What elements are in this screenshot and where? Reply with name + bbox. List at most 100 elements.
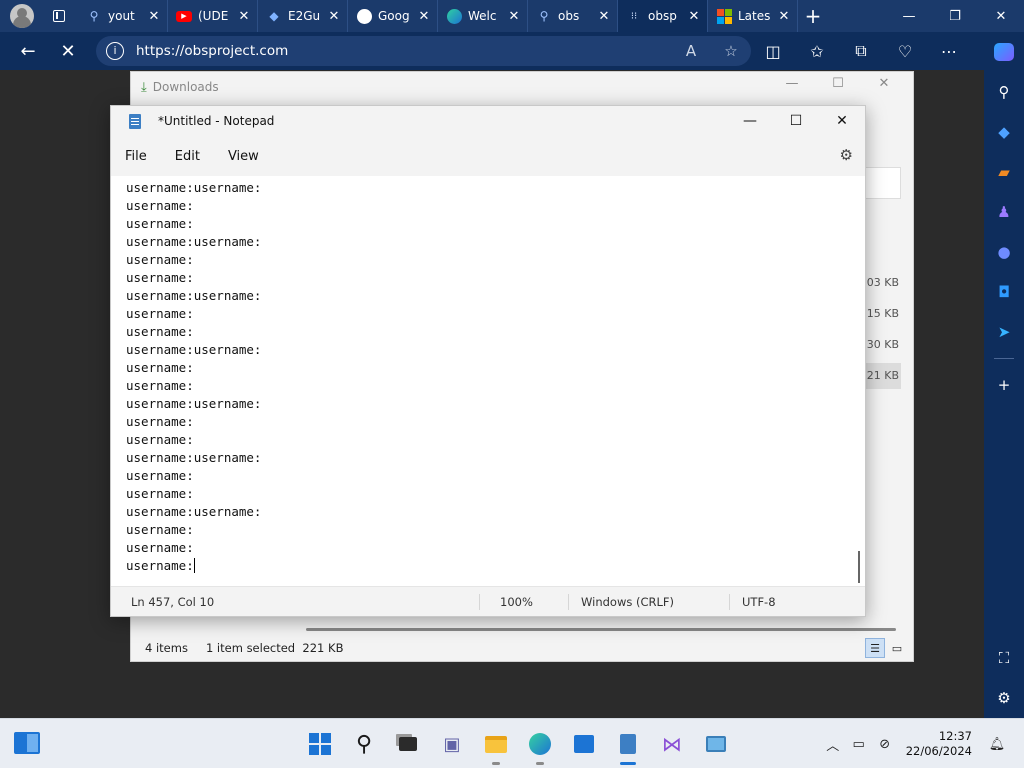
menu-file[interactable]: File: [117, 143, 155, 170]
clock[interactable]: 12:37 22/06/2024: [906, 729, 972, 759]
text-line: username:: [126, 306, 194, 321]
more-options-icon[interactable]: ⋯: [927, 42, 971, 61]
tab-obsproject[interactable]: ⁝⁝ obsp ✕: [618, 0, 708, 32]
notepad-titlebar: *Untitled - Notepad — ☐ ✕: [111, 106, 865, 136]
tab-e2g[interactable]: ◆ E2Gu ✕: [258, 0, 348, 32]
close-tab-icon[interactable]: ✕: [687, 9, 701, 24]
start-button[interactable]: [298, 726, 342, 762]
tab-obs-search[interactable]: ⚲ obs ✕: [528, 0, 618, 32]
taskbar: ⚲ ▣ ⋈ ︿ ▭ ⊘ 12:37 22/06/2024 🔔︎: [0, 718, 1024, 768]
games-icon[interactable]: ♟: [984, 192, 1024, 232]
browser-tab-bar: ⚲ yout ✕ ▶ (UDE ✕ ◆ E2Gu ✕ Goog ✕ Welc ✕…: [0, 0, 1024, 32]
widgets-icon[interactable]: [14, 732, 40, 754]
clock-time: 12:37: [938, 729, 972, 743]
close-tab-icon[interactable]: ✕: [507, 9, 521, 24]
clock-date: 22/06/2024: [905, 744, 972, 758]
vertical-scrollbar[interactable]: [858, 551, 860, 583]
browser-essentials-icon[interactable]: ♡: [883, 42, 927, 61]
text-line: username:: [126, 540, 194, 555]
text-line: username:: [126, 468, 194, 483]
minimize-icon[interactable]: —: [886, 9, 932, 24]
minimize-icon[interactable]: —: [727, 106, 773, 136]
tab-latest[interactable]: Lates ✕: [708, 0, 798, 32]
info-icon[interactable]: i: [106, 42, 124, 60]
close-tab-icon[interactable]: ✕: [777, 9, 791, 24]
close-icon[interactable]: ✕: [819, 106, 865, 136]
loading-icon: ⁝⁝: [630, 10, 638, 22]
back-button[interactable]: ←: [8, 34, 48, 68]
tab-github[interactable]: Goog ✕: [348, 0, 438, 32]
address-bar[interactable]: i https://obsproject.com A ☆: [96, 36, 751, 66]
text-line: username:username:: [126, 450, 262, 465]
notepad-text-area[interactable]: username:username: username: username: user…: [111, 177, 865, 587]
search-icon[interactable]: ⚲: [984, 72, 1024, 112]
tools-icon[interactable]: ▰: [984, 152, 1024, 192]
split-screen-icon[interactable]: ◫: [751, 42, 795, 61]
close-tab-icon[interactable]: ✕: [417, 9, 431, 24]
notepad-menubar: File Edit View ⚙: [111, 136, 865, 176]
stop-loading-button[interactable]: ✕: [48, 34, 88, 68]
chevron-up-icon[interactable]: ︿: [820, 735, 846, 754]
minimize-icon[interactable]: —: [769, 76, 815, 91]
search-icon[interactable]: ⚲: [342, 726, 386, 762]
tab-youtube-search[interactable]: ⚲ yout ✕: [78, 0, 168, 32]
tab-youtube[interactable]: ▶ (UDE ✕: [168, 0, 258, 32]
favorite-star-icon[interactable]: ☆: [711, 42, 751, 60]
copilot-icon[interactable]: [984, 32, 1024, 72]
item-count: 4 items: [145, 641, 188, 655]
maximize-icon[interactable]: ☐: [773, 106, 819, 136]
teams-chat-icon[interactable]: ▣: [430, 726, 474, 762]
favorites-icon[interactable]: ✩: [795, 42, 839, 61]
youtube-icon: ▶: [176, 8, 192, 24]
horizontal-scrollbar[interactable]: [306, 628, 896, 631]
collections-icon[interactable]: ⧉: [839, 41, 883, 61]
microsoft-365-icon[interactable]: ●: [984, 232, 1024, 272]
selection-info: 1 item selected 221 KB: [205, 641, 344, 655]
text-line: username:: [126, 558, 195, 573]
visual-studio-icon[interactable]: ⋈: [650, 726, 694, 762]
close-tab-icon[interactable]: ✕: [237, 9, 251, 24]
add-icon[interactable]: +: [984, 365, 1024, 405]
maximize-icon[interactable]: ☐: [815, 76, 861, 91]
send-icon[interactable]: ➤: [984, 312, 1024, 352]
task-view-icon[interactable]: [386, 726, 430, 762]
network-offline-icon[interactable]: ⊘: [872, 737, 898, 752]
outlook-icon[interactable]: ◘: [984, 272, 1024, 312]
notepad-taskbar-icon[interactable]: [606, 726, 650, 765]
details-view-icon[interactable]: ☰: [865, 638, 885, 658]
close-icon[interactable]: ✕: [978, 9, 1024, 24]
menu-view[interactable]: View: [220, 143, 267, 170]
display-icon[interactable]: ▭: [846, 737, 872, 752]
settings-gear-icon[interactable]: ⚙: [984, 678, 1024, 718]
tab-welcome[interactable]: Welc ✕: [438, 0, 528, 32]
close-tab-icon[interactable]: ✕: [597, 9, 611, 24]
text-line: username:username:: [126, 288, 262, 303]
text-line: username:: [126, 414, 194, 429]
close-tab-icon[interactable]: ✕: [327, 9, 341, 24]
notepad-window: *Untitled - Notepad — ☐ ✕ File Edit View…: [110, 105, 866, 617]
menu-edit[interactable]: Edit: [167, 143, 208, 170]
screenshot-icon[interactable]: ⛶: [984, 638, 1024, 678]
settings-gear-icon[interactable]: ⚙: [840, 146, 853, 164]
edge-icon[interactable]: [518, 726, 562, 765]
text-line: username:username:: [126, 234, 262, 249]
tab-actions-icon[interactable]: [44, 2, 74, 30]
tiles-view-icon[interactable]: ▭: [887, 638, 907, 658]
text-line: username:: [126, 198, 194, 213]
github-icon: [356, 8, 372, 24]
close-tab-icon[interactable]: ✕: [147, 9, 161, 24]
downloads-search-box[interactable]: [861, 167, 901, 199]
read-aloud-icon[interactable]: A: [671, 42, 711, 60]
shopping-tag-icon[interactable]: ◆: [984, 112, 1024, 152]
profile-avatar[interactable]: [10, 4, 34, 28]
line-ending: Windows (CRLF): [581, 594, 675, 609]
file-explorer-icon[interactable]: [474, 726, 518, 765]
restore-icon[interactable]: ❐: [932, 9, 978, 24]
close-icon[interactable]: ✕: [861, 76, 907, 91]
notification-bell-icon[interactable]: 🔔︎: [984, 737, 1010, 752]
windows-logo-icon: [309, 733, 331, 755]
remote-desktop-icon[interactable]: [694, 726, 738, 762]
microsoft-store-icon[interactable]: [562, 726, 606, 762]
new-tab-button[interactable]: +: [798, 4, 828, 28]
url-text: https://obsproject.com: [136, 43, 289, 59]
